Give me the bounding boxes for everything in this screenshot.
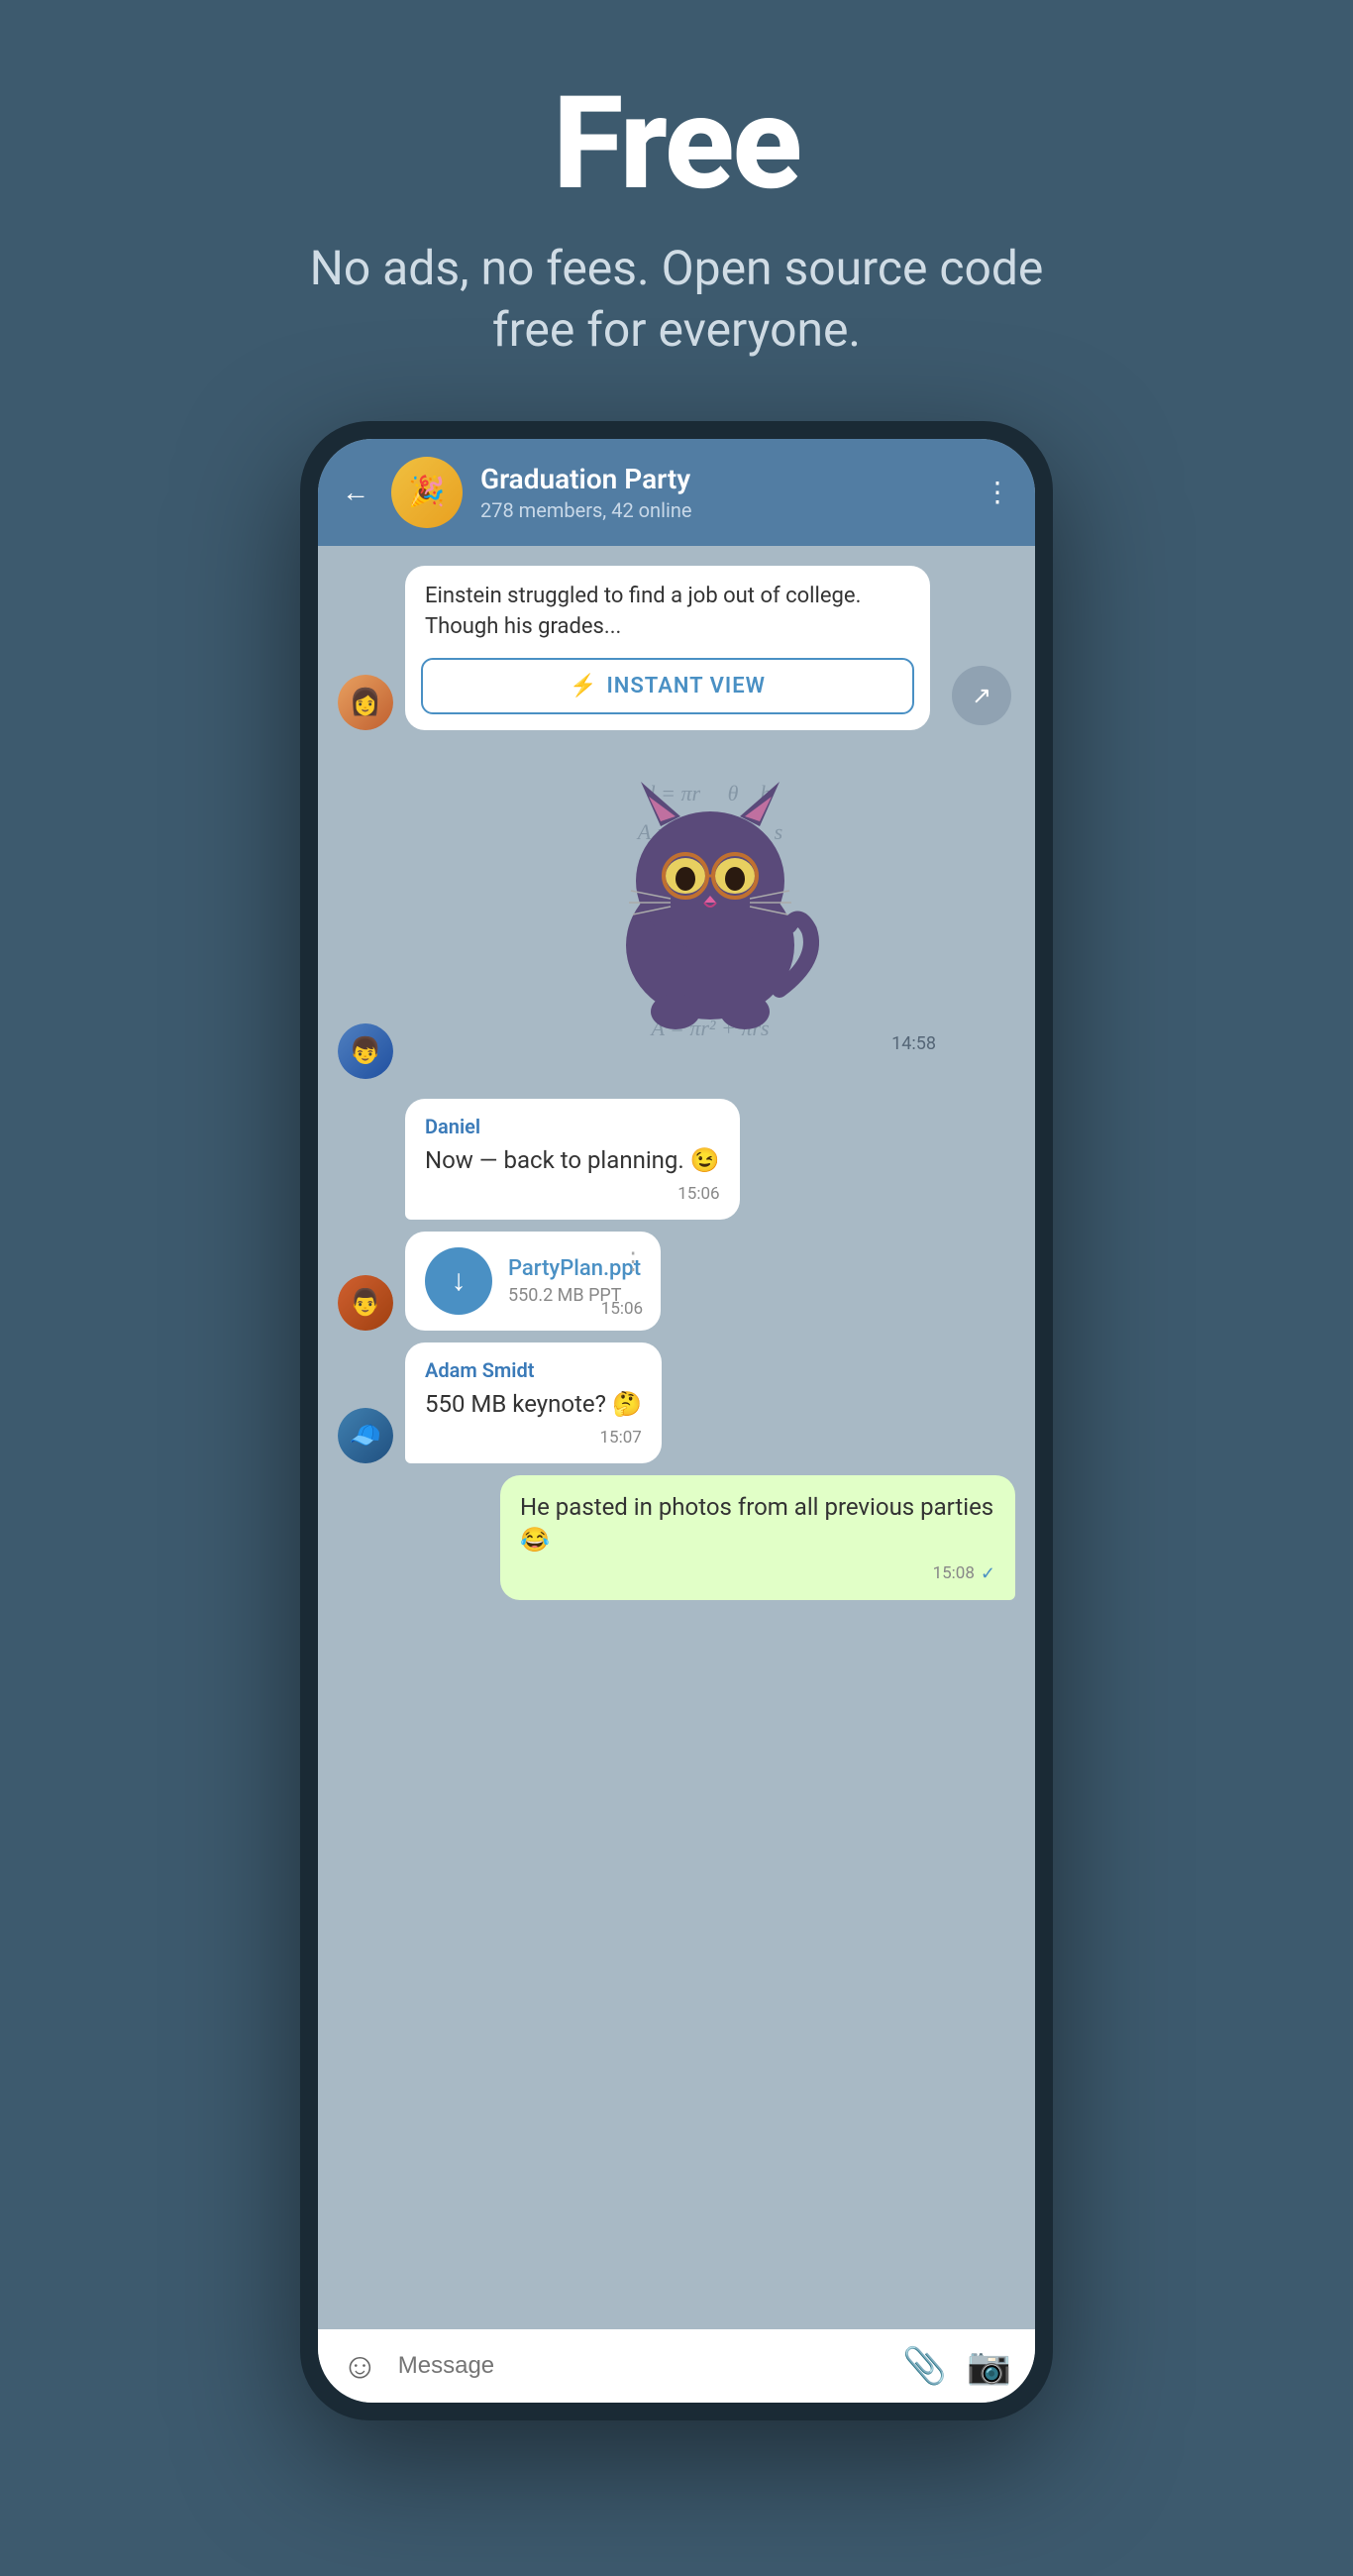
text-bubble: He pasted in photos from all previous pa… bbox=[500, 1475, 1015, 1600]
article-bubble: Einstein struggled to find a job out of … bbox=[405, 566, 930, 731]
message-row: Daniel Now — back to planning. 😉 15:06 bbox=[338, 1099, 1015, 1220]
avatar-emoji: 🧢 bbox=[350, 1421, 381, 1450]
download-button[interactable]: ↓ bbox=[425, 1247, 492, 1315]
avatar-emoji: 👨 bbox=[350, 1288, 381, 1318]
sticker-area: l = πr θ h A = s V = l² P = 2πr A = πr² … bbox=[405, 742, 1015, 1079]
outgoing-row: He pasted in photos from all previous pa… bbox=[338, 1475, 1015, 1600]
group-avatar: 🎉 bbox=[391, 457, 463, 528]
chat-header: ← 🎉 Graduation Party 278 members, 42 onl… bbox=[318, 439, 1035, 546]
message-input[interactable] bbox=[398, 2352, 884, 2380]
cat-sticker bbox=[572, 762, 849, 1039]
hero-section: Free No ads, no fees. Open source code f… bbox=[0, 0, 1353, 421]
avatar-emoji: 👩 bbox=[350, 688, 381, 717]
article-text: Einstein struggled to find a job out of … bbox=[405, 566, 930, 651]
instant-view-button[interactable]: ⚡ INSTANT VIEW bbox=[421, 658, 914, 714]
message-row: 👩 Einstein struggled to find a job out o… bbox=[338, 566, 1015, 731]
download-icon: ↓ bbox=[452, 1263, 467, 1298]
sticker-time: 14:58 bbox=[891, 1033, 936, 1054]
time-value: 15:08 bbox=[933, 1563, 975, 1583]
group-avatar-emoji: 🎉 bbox=[408, 475, 445, 509]
sender-name: Daniel bbox=[425, 1115, 720, 1138]
camera-button[interactable]: 📷 bbox=[967, 2345, 1011, 2387]
file-bubble: ↓ PartyPlan.ppt 550.2 MB PPT ⋮ 15:06 bbox=[405, 1232, 661, 1331]
share-icon: ↗ bbox=[972, 682, 991, 709]
avatar: 👨 bbox=[338, 1275, 393, 1331]
sticker-row: 👦 l = πr θ h A = s V = l² P = 2πr bbox=[338, 742, 1015, 1079]
avatar: 👦 bbox=[338, 1023, 393, 1079]
message-time: 15:07 bbox=[425, 1428, 642, 1448]
share-button[interactable]: ↗ bbox=[952, 666, 1011, 725]
file-menu-icon[interactable]: ⋮ bbox=[621, 1247, 645, 1275]
attach-button[interactable]: 📎 bbox=[902, 2345, 947, 2387]
group-name: Graduation Party bbox=[480, 463, 966, 495]
read-receipt-icon: ✓ bbox=[981, 1563, 995, 1584]
back-button[interactable]: ← bbox=[342, 476, 369, 508]
avatar: 🧢 bbox=[338, 1408, 393, 1463]
group-info: Graduation Party 278 members, 42 online bbox=[480, 463, 966, 522]
input-right-icons: 📎 📷 bbox=[902, 2345, 1011, 2387]
emoji-button[interactable]: ☺ bbox=[342, 2345, 378, 2387]
phone-screen: ← 🎉 Graduation Party 278 members, 42 onl… bbox=[318, 439, 1035, 2403]
file-row: 👨 ↓ PartyPlan.ppt 550.2 MB PPT ⋮ 15:06 bbox=[338, 1232, 1015, 1331]
sender-name: Adam Smidt bbox=[425, 1358, 642, 1382]
avatar: 👩 bbox=[338, 675, 393, 730]
text-bubble: Adam Smidt 550 MB keynote? 🤔 15:07 bbox=[405, 1342, 662, 1463]
instant-view-label: INSTANT VIEW bbox=[606, 674, 766, 698]
message-text: 550 MB keynote? 🤔 bbox=[425, 1388, 642, 1422]
more-options-icon[interactable]: ⋮ bbox=[984, 476, 1011, 508]
text-bubble: Daniel Now — back to planning. 😉 15:06 bbox=[405, 1099, 740, 1220]
hero-title: Free bbox=[553, 79, 800, 208]
chat-area: 👩 Einstein struggled to find a job out o… bbox=[318, 546, 1035, 2329]
phone-frame: ← 🎉 Graduation Party 278 members, 42 onl… bbox=[300, 421, 1053, 2420]
message-time: 15:08 ✓ bbox=[520, 1563, 995, 1584]
group-members: 278 members, 42 online bbox=[480, 498, 966, 522]
phone-container: ← 🎉 Graduation Party 278 members, 42 onl… bbox=[300, 421, 1053, 2420]
hero-subtitle: No ads, no fees. Open source code free f… bbox=[280, 238, 1073, 362]
file-time: 15:06 bbox=[601, 1299, 643, 1319]
lightning-icon: ⚡ bbox=[570, 674, 596, 698]
avatar-emoji: 👦 bbox=[350, 1036, 381, 1066]
input-area: ☺ 📎 📷 bbox=[318, 2329, 1035, 2403]
message-time: 15:06 bbox=[425, 1184, 720, 1204]
message-text: Now — back to planning. 😉 bbox=[425, 1144, 720, 1178]
message-text: He pasted in photos from all previous pa… bbox=[520, 1491, 995, 1557]
message-row: 🧢 Adam Smidt 550 MB keynote? 🤔 15:07 bbox=[338, 1342, 1015, 1463]
